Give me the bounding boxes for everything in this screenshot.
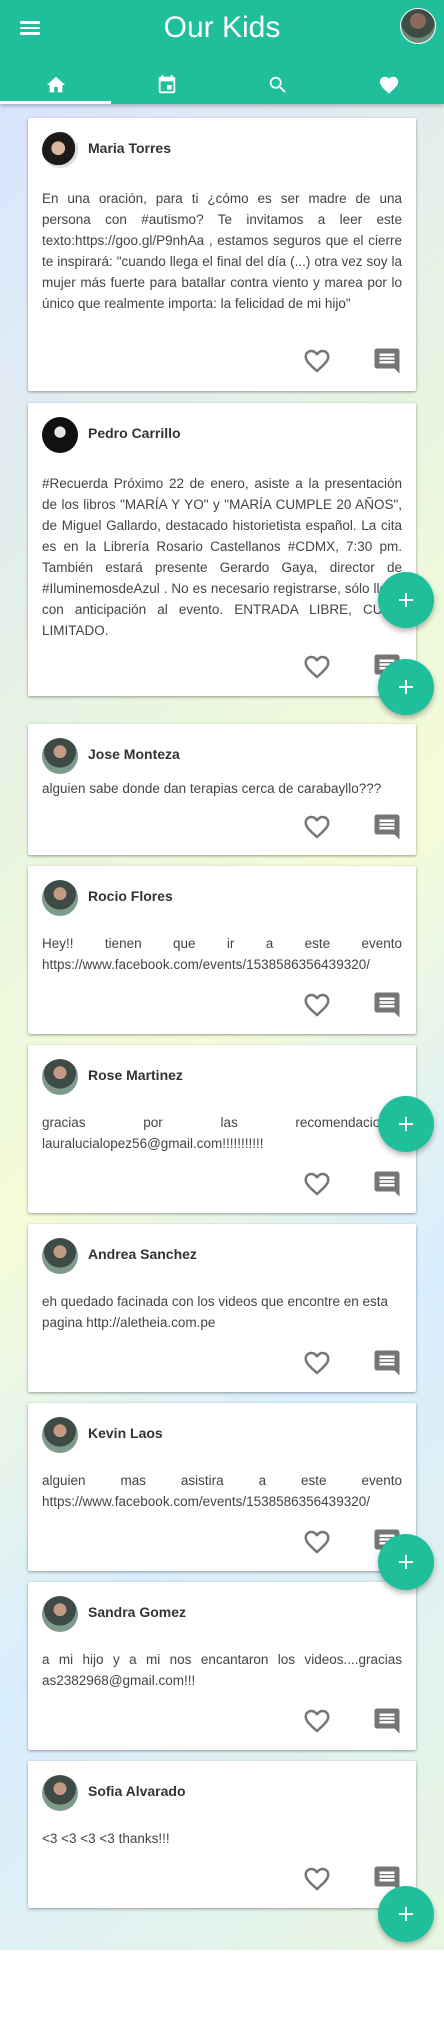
app-title: Our Kids — [163, 11, 281, 44]
tab-search[interactable] — [222, 66, 333, 104]
post-card: Maria Torres En una oración, para ti ¿có… — [28, 118, 416, 391]
comment-button[interactable] — [372, 346, 402, 376]
post-actions — [302, 1864, 402, 1894]
like-button[interactable] — [302, 1527, 332, 1557]
heart-outline-icon — [304, 1530, 330, 1554]
post-card: Rocio Flores Hey!! tienen que ir a este … — [28, 866, 416, 1034]
post-actions — [302, 812, 402, 842]
tab-calendar[interactable] — [111, 66, 222, 104]
home-icon — [46, 76, 65, 93]
comment-icon — [374, 814, 400, 840]
profile-avatar[interactable] — [400, 8, 436, 44]
post-text: alguien mas asistira a este evento https… — [42, 1473, 402, 1509]
author-name[interactable]: Andrea Sanchez — [88, 1246, 197, 1262]
like-button[interactable] — [302, 990, 332, 1020]
heart-outline-icon — [304, 349, 330, 373]
search-icon — [269, 76, 286, 93]
heart-icon — [379, 76, 398, 94]
author-name[interactable]: Rose Martinez — [88, 1067, 183, 1083]
author-avatar[interactable] — [42, 1775, 78, 1811]
post-card: Andrea Sanchez eh quedado facinada con l… — [28, 1224, 416, 1392]
post-text: eh quedado facinada con los videos que e… — [42, 1294, 389, 1330]
post-actions — [302, 1169, 402, 1199]
post-actions — [302, 346, 402, 376]
heart-outline-icon — [304, 1351, 330, 1375]
like-button[interactable] — [302, 1706, 332, 1736]
comment-icon — [374, 992, 400, 1018]
post-card: Sofia Alvarado <3 <3 <3 <3 thanks!!! — [28, 1761, 416, 1908]
plus-icon — [399, 1117, 413, 1131]
heart-outline-icon — [304, 815, 330, 839]
comment-button[interactable] — [372, 990, 402, 1020]
app-bar: Our Kids — [0, 0, 444, 104]
like-button[interactable] — [302, 812, 332, 842]
author-avatar[interactable] — [42, 880, 78, 916]
author-name[interactable]: Jose Monteza — [88, 746, 180, 762]
post-card: Pedro Carrillo #Recuerda Próximo 22 de e… — [28, 403, 416, 696]
post-actions — [302, 990, 402, 1020]
author-name[interactable]: Maria Torres — [88, 140, 171, 156]
heart-outline-icon — [304, 655, 330, 679]
like-button[interactable] — [302, 1864, 332, 1894]
post-actions — [302, 1348, 402, 1378]
calendar-icon — [158, 74, 175, 94]
comment-button[interactable] — [372, 1706, 402, 1736]
comment-icon — [374, 1171, 400, 1197]
add-post-button[interactable] — [378, 1534, 434, 1590]
heart-outline-icon — [304, 1172, 330, 1196]
add-post-button[interactable] — [378, 659, 434, 715]
post-text: gracias por las recomendaciones lauraluc… — [42, 1115, 402, 1151]
like-button[interactable] — [302, 652, 332, 682]
author-avatar[interactable] — [42, 1238, 78, 1274]
post-actions — [302, 1706, 402, 1736]
author-avatar[interactable] — [42, 1059, 78, 1095]
author-name[interactable]: Kevin Laos — [88, 1425, 163, 1441]
post-text: alguien sabe donde dan terapias cerca de… — [42, 781, 382, 796]
comment-icon — [374, 1708, 400, 1734]
post-card: Jose Monteza alguien sabe donde dan tera… — [28, 724, 416, 855]
tab-home[interactable] — [0, 66, 111, 104]
author-avatar[interactable] — [42, 417, 78, 453]
plus-icon — [399, 1555, 413, 1569]
add-post-button[interactable] — [378, 1096, 434, 1152]
author-avatar[interactable] — [42, 1417, 78, 1453]
post-text: #Recuerda Próximo 22 de enero, asiste a … — [42, 476, 402, 638]
author-avatar[interactable] — [42, 1596, 78, 1632]
post-card: Sandra Gomez a mi hijo y a mi nos encant… — [28, 1582, 416, 1750]
comment-icon — [374, 1350, 400, 1376]
author-name[interactable]: Pedro Carrillo — [88, 425, 181, 441]
post-text: a mi hijo y a mi nos encantaron los vide… — [42, 1652, 402, 1688]
heart-outline-icon — [304, 1867, 330, 1891]
like-button[interactable] — [302, 1169, 332, 1199]
author-name[interactable]: Sofia Alvarado — [88, 1783, 186, 1799]
comment-button[interactable] — [372, 1348, 402, 1378]
add-post-button[interactable] — [378, 572, 434, 628]
comment-button[interactable] — [372, 812, 402, 842]
heart-outline-icon — [304, 1709, 330, 1733]
comment-icon — [374, 348, 400, 374]
post-text: En una oración, para ti ¿cómo es ser mad… — [42, 191, 402, 311]
author-name[interactable]: Sandra Gomez — [88, 1604, 186, 1620]
post-text: Hey!! tienen que ir a este evento https:… — [42, 936, 402, 972]
heart-outline-icon — [304, 993, 330, 1017]
author-avatar[interactable] — [42, 132, 78, 168]
plus-icon — [399, 593, 413, 607]
author-name[interactable]: Rocio Flores — [88, 888, 173, 904]
plus-icon — [399, 680, 413, 694]
post-text: <3 <3 <3 <3 thanks!!! — [42, 1831, 170, 1846]
author-avatar[interactable] — [42, 738, 78, 774]
like-button[interactable] — [302, 346, 332, 376]
tab-bar — [0, 66, 444, 104]
like-button[interactable] — [302, 1348, 332, 1378]
post-card: Rose Martinez gracias por las recomendac… — [28, 1045, 416, 1213]
tab-favorites[interactable] — [333, 66, 444, 104]
add-post-button[interactable] — [378, 1886, 434, 1942]
comment-button[interactable] — [372, 1169, 402, 1199]
plus-icon — [399, 1907, 413, 1921]
post-card: Kevin Laos alguien mas asistira a este e… — [28, 1403, 416, 1571]
